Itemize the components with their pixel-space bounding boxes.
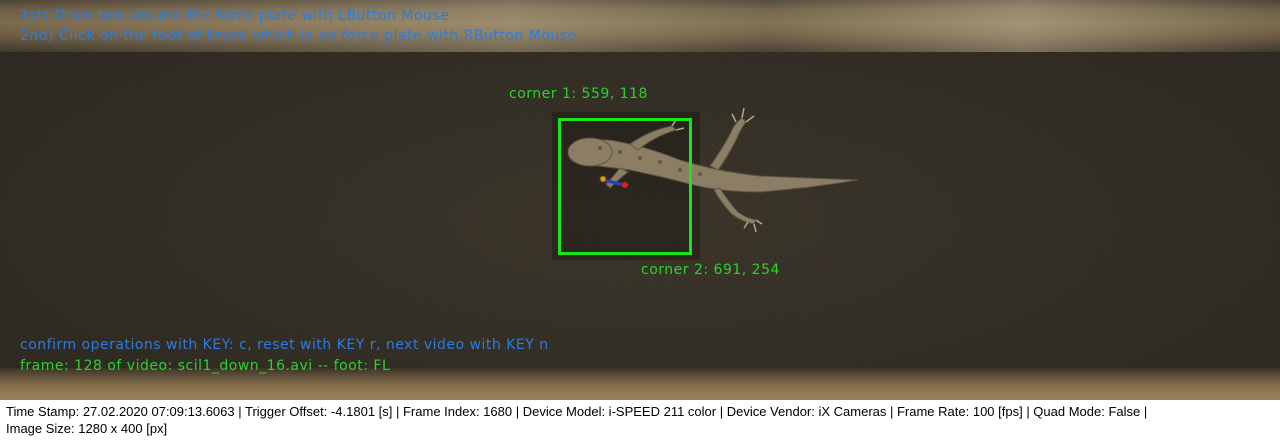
video-frame[interactable]: 1st) Draw box around the force plate wit…	[0, 0, 1280, 400]
frame-info: frame: 128 of video: scil1_down_16.avi -…	[20, 358, 391, 374]
instruction-click-foot: 2nd) Click on the foot of lizard which i…	[20, 28, 577, 44]
foot-marker	[599, 175, 628, 188]
status-bar-image-size: Image Size: 1280 x 400 [px]	[6, 421, 168, 436]
instruction-draw-box: 1st) Draw box around the force plate wit…	[20, 8, 450, 24]
keyboard-controls-hint: confirm operations with KEY: c, reset wi…	[20, 337, 549, 353]
status-bar: Time Stamp: 27.02.2020 07:09:13.6063 | T…	[0, 400, 1280, 440]
corner-2-label: corner 2: 691, 254	[641, 262, 780, 278]
status-bar-metadata: Time Stamp: 27.02.2020 07:09:13.6063 | T…	[6, 404, 1148, 419]
corner-1-label: corner 1: 559, 118	[509, 86, 648, 102]
